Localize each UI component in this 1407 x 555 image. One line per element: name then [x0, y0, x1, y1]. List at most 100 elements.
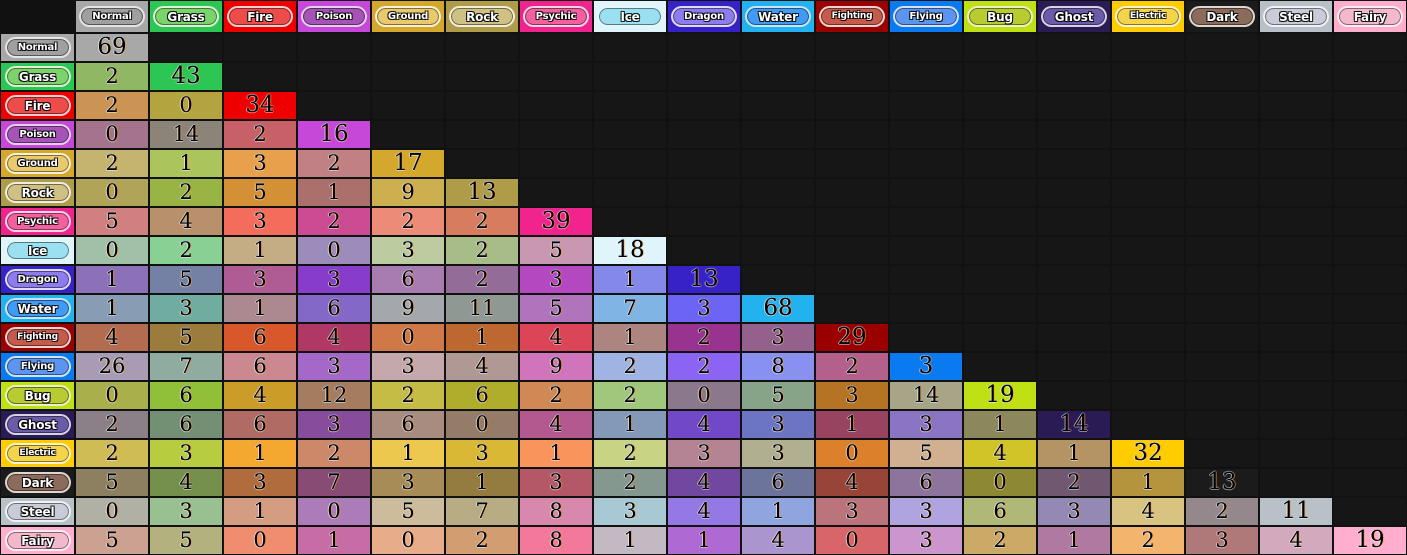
matrix-cell[interactable]: 3 [741, 323, 815, 352]
matrix-cell[interactable]: 68 [741, 294, 815, 323]
matrix-cell[interactable]: 14 [1037, 410, 1111, 439]
row-header-grass[interactable]: Grass [0, 62, 75, 91]
matrix-cell[interactable]: 13 [667, 265, 741, 294]
row-header-water[interactable]: Water [0, 294, 75, 323]
matrix-cell[interactable]: 1 [149, 149, 223, 178]
matrix-cell[interactable]: 29 [815, 323, 889, 352]
matrix-cell[interactable]: 1 [223, 439, 297, 468]
matrix-cell[interactable]: 2 [223, 120, 297, 149]
matrix-cell[interactable]: 3 [223, 207, 297, 236]
matrix-cell[interactable]: 11 [1259, 497, 1333, 526]
row-header-dark[interactable]: Dark [0, 468, 75, 497]
matrix-cell[interactable]: 3 [815, 497, 889, 526]
matrix-cell[interactable]: 2 [593, 352, 667, 381]
matrix-cell[interactable]: 69 [75, 33, 149, 62]
matrix-cell[interactable]: 1 [963, 410, 1037, 439]
matrix-cell[interactable]: 1 [593, 323, 667, 352]
matrix-cell[interactable]: 3 [371, 236, 445, 265]
matrix-cell[interactable]: 7 [297, 468, 371, 497]
matrix-cell[interactable]: 4 [519, 323, 593, 352]
matrix-cell[interactable]: 0 [75, 381, 149, 410]
matrix-cell[interactable]: 3 [815, 381, 889, 410]
column-header-grass[interactable]: Grass [149, 0, 223, 33]
column-header-steel[interactable]: Steel [1259, 0, 1333, 33]
matrix-cell[interactable]: 1 [519, 439, 593, 468]
matrix-cell[interactable]: 3 [149, 439, 223, 468]
matrix-cell[interactable]: 4 [149, 207, 223, 236]
row-header-normal[interactable]: Normal [0, 33, 75, 62]
matrix-cell[interactable]: 2 [815, 352, 889, 381]
matrix-cell[interactable]: 4 [297, 323, 371, 352]
matrix-cell[interactable]: 6 [149, 381, 223, 410]
column-header-ground[interactable]: Ground [371, 0, 445, 33]
matrix-cell[interactable]: 0 [75, 120, 149, 149]
matrix-cell[interactable]: 4 [1111, 497, 1185, 526]
matrix-cell[interactable]: 1 [297, 178, 371, 207]
matrix-cell[interactable]: 16 [297, 120, 371, 149]
matrix-cell[interactable]: 5 [223, 178, 297, 207]
column-header-water[interactable]: Water [741, 0, 815, 33]
matrix-cell[interactable]: 6 [223, 352, 297, 381]
matrix-cell[interactable]: 6 [297, 294, 371, 323]
matrix-cell[interactable]: 2 [149, 178, 223, 207]
matrix-cell[interactable]: 13 [445, 178, 519, 207]
matrix-cell[interactable]: 7 [149, 352, 223, 381]
column-header-rock[interactable]: Rock [445, 0, 519, 33]
matrix-cell[interactable]: 7 [445, 497, 519, 526]
matrix-cell[interactable]: 2 [593, 468, 667, 497]
matrix-cell[interactable]: 5 [741, 381, 815, 410]
matrix-cell[interactable]: 2 [75, 149, 149, 178]
row-header-ice[interactable]: Ice [0, 236, 75, 265]
matrix-cell[interactable]: 6 [741, 468, 815, 497]
matrix-cell[interactable]: 3 [371, 468, 445, 497]
matrix-cell[interactable]: 4 [667, 410, 741, 439]
matrix-cell[interactable]: 5 [75, 468, 149, 497]
row-header-rock[interactable]: Rock [0, 178, 75, 207]
matrix-cell[interactable]: 2 [371, 381, 445, 410]
matrix-cell[interactable]: 1 [223, 294, 297, 323]
matrix-cell[interactable]: 3 [889, 410, 963, 439]
matrix-cell[interactable]: 0 [371, 323, 445, 352]
matrix-cell[interactable]: 4 [149, 468, 223, 497]
matrix-cell[interactable]: 6 [149, 410, 223, 439]
matrix-cell[interactable]: 2 [1185, 497, 1259, 526]
matrix-cell[interactable]: 4 [445, 352, 519, 381]
matrix-cell[interactable]: 6 [223, 410, 297, 439]
row-header-electric[interactable]: Electric [0, 439, 75, 468]
matrix-cell[interactable]: 2 [75, 410, 149, 439]
matrix-cell[interactable]: 5 [371, 497, 445, 526]
matrix-cell[interactable]: 4 [519, 410, 593, 439]
matrix-cell[interactable]: 0 [815, 439, 889, 468]
matrix-cell[interactable]: 3 [223, 149, 297, 178]
row-header-fire[interactable]: Fire [0, 91, 75, 120]
matrix-cell[interactable]: 2 [667, 323, 741, 352]
column-header-normal[interactable]: Normal [75, 0, 149, 33]
matrix-cell[interactable]: 4 [75, 323, 149, 352]
matrix-cell[interactable]: 1 [1111, 468, 1185, 497]
matrix-cell[interactable]: 14 [889, 381, 963, 410]
matrix-cell[interactable]: 3 [1037, 497, 1111, 526]
matrix-cell[interactable]: 6 [371, 265, 445, 294]
matrix-cell[interactable]: 0 [149, 91, 223, 120]
matrix-cell[interactable]: 1 [593, 410, 667, 439]
matrix-cell[interactable]: 1 [593, 265, 667, 294]
matrix-cell[interactable]: 4 [667, 497, 741, 526]
matrix-cell[interactable]: 2 [667, 352, 741, 381]
matrix-cell[interactable]: 8 [741, 352, 815, 381]
matrix-cell[interactable]: 5 [519, 236, 593, 265]
matrix-cell[interactable]: 1 [741, 497, 815, 526]
matrix-cell[interactable]: 4 [963, 439, 1037, 468]
matrix-cell[interactable]: 3 [371, 352, 445, 381]
matrix-cell[interactable]: 3 [519, 265, 593, 294]
matrix-cell[interactable]: 3 [297, 265, 371, 294]
column-header-poison[interactable]: Poison [297, 0, 371, 33]
matrix-cell[interactable]: 1 [75, 265, 149, 294]
matrix-cell[interactable]: 1 [1037, 439, 1111, 468]
column-header-bug[interactable]: Bug [963, 0, 1037, 33]
matrix-cell[interactable]: 2 [445, 207, 519, 236]
matrix-cell[interactable]: 3 [889, 497, 963, 526]
matrix-cell[interactable]: 11 [445, 294, 519, 323]
row-header-psychic[interactable]: Psychic [0, 207, 75, 236]
matrix-cell[interactable]: 6 [371, 410, 445, 439]
matrix-cell[interactable]: 0 [297, 497, 371, 526]
